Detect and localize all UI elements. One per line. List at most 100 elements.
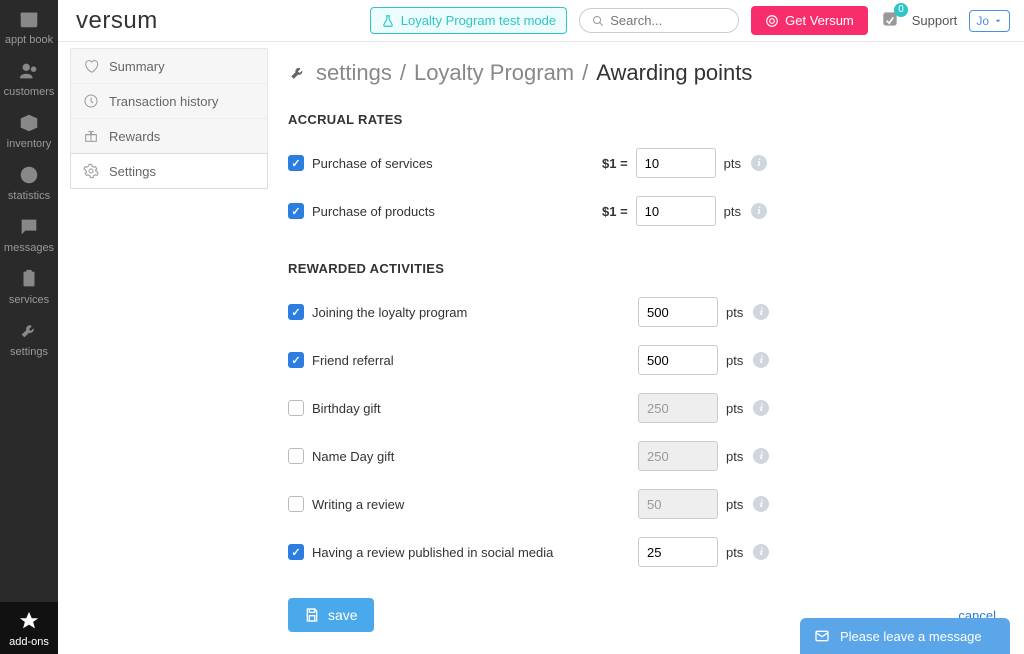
subnav-transaction-history[interactable]: Transaction history [71,84,267,119]
save-button[interactable]: save [288,598,374,632]
info-icon[interactable]: i [753,304,769,320]
points-input-nameday[interactable] [638,441,718,471]
search-input[interactable] [610,13,726,28]
pts-label: pts [726,497,743,512]
info-icon[interactable]: i [753,400,769,416]
nav-settings[interactable]: settings [0,312,58,364]
info-icon[interactable]: i [753,448,769,464]
checkbox-joining[interactable] [288,304,304,320]
accrual-title: ACCRUAL RATES [288,112,996,127]
user-menu[interactable]: Jo [969,10,1010,32]
nav-label: appt book [5,34,53,46]
checkbox-products[interactable] [288,203,304,219]
points-input-referral[interactable] [638,345,718,375]
search-box[interactable] [579,8,739,33]
nav-messages[interactable]: messages [0,208,58,260]
row-label: Name Day gift [312,449,638,464]
row-label: Purchase of products [312,204,602,219]
pts-label: pts [726,449,743,464]
info-icon[interactable]: i [751,203,767,219]
rewarded-row-nameday: Name Day gift pts i [288,440,996,472]
rewarded-row-joining: Joining the loyalty program pts i [288,296,996,328]
target-icon [765,14,779,28]
rewarded-row-birthday: Birthday gift pts i [288,392,996,424]
test-mode-badge[interactable]: Loyalty Program test mode [370,7,567,34]
row-label: Writing a review [312,497,638,512]
pts-label: pts [724,156,741,171]
points-input-products[interactable] [636,196,716,226]
gear-icon [83,163,99,179]
main-sidebar: appt book customers inventory statistics… [0,0,58,654]
notifications-icon[interactable]: 0 [880,9,900,32]
nav-label: customers [4,86,55,98]
star-icon [18,610,40,632]
nav-appt-book[interactable]: appt book [0,0,58,52]
nav-add-ons[interactable]: add-ons [0,602,58,654]
info-icon[interactable]: i [753,352,769,368]
calendar-icon [18,8,40,30]
wrench-icon [18,320,40,342]
rewarded-title: REWARDED ACTIVITIES [288,261,996,276]
get-versum-button[interactable]: Get Versum [751,6,868,35]
rewarded-row-referral: Friend referral pts i [288,344,996,376]
content: settings / Loyalty Program / Awarding po… [270,48,1024,654]
points-input-review[interactable] [638,489,718,519]
checkbox-nameday[interactable] [288,448,304,464]
nav-label: messages [4,242,54,254]
nav-label: settings [10,346,48,358]
info-icon[interactable]: i [751,155,767,171]
breadcrumb-settings[interactable]: settings [316,60,392,86]
prefix: $1 = [602,156,628,171]
box-icon [18,112,40,134]
nav-customers[interactable]: customers [0,52,58,104]
subnav-settings[interactable]: Settings [70,153,268,189]
people-icon [18,60,40,82]
breadcrumb-current: Awarding points [596,60,752,86]
flask-icon [381,14,395,28]
breadcrumb: settings / Loyalty Program / Awarding po… [288,60,996,86]
points-input-services[interactable] [636,148,716,178]
accrual-row-products: Purchase of products $1 = pts i [288,195,996,227]
pts-label: pts [726,401,743,416]
nav-inventory[interactable]: inventory [0,104,58,156]
accrual-row-services: Purchase of services $1 = pts i [288,147,996,179]
row-label: Birthday gift [312,401,638,416]
chat-widget[interactable]: Please leave a message [800,618,1010,654]
row-label: Having a review published in social medi… [312,545,638,560]
chevron-down-icon [993,16,1003,26]
points-input-social[interactable] [638,537,718,567]
rewarded-row-social: Having a review published in social medi… [288,536,996,568]
notif-badge: 0 [894,3,908,17]
rewarded-row-review: Writing a review pts i [288,488,996,520]
nav-services[interactable]: services [0,260,58,312]
chat-icon [18,216,40,238]
pie-chart-icon [18,164,40,186]
checkbox-services[interactable] [288,155,304,171]
subnav-summary[interactable]: Summary [71,49,267,84]
support-link[interactable]: Support [912,13,958,28]
checkbox-social[interactable] [288,544,304,560]
nav-label: inventory [7,138,52,150]
pts-label: pts [724,204,741,219]
points-input-joining[interactable] [638,297,718,327]
heart-icon [83,58,99,74]
header: versum Loyalty Program test mode Get Ver… [58,0,1024,42]
sub-sidebar: Summary Transaction history Rewards Sett… [70,48,268,189]
info-icon[interactable]: i [753,496,769,512]
checkbox-referral[interactable] [288,352,304,368]
nav-statistics[interactable]: statistics [0,156,58,208]
mail-icon [814,628,830,644]
pts-label: pts [726,305,743,320]
points-input-birthday[interactable] [638,393,718,423]
nav-label: add-ons [9,636,49,648]
nav-label: services [9,294,49,306]
info-icon[interactable]: i [753,544,769,560]
checkbox-review[interactable] [288,496,304,512]
nav-label: statistics [8,190,50,202]
checkbox-birthday[interactable] [288,400,304,416]
subnav-rewards[interactable]: Rewards [71,119,267,154]
row-label: Friend referral [312,353,638,368]
row-label: Purchase of services [312,156,602,171]
wrench-icon [288,63,308,83]
breadcrumb-loyalty[interactable]: Loyalty Program [414,60,574,86]
